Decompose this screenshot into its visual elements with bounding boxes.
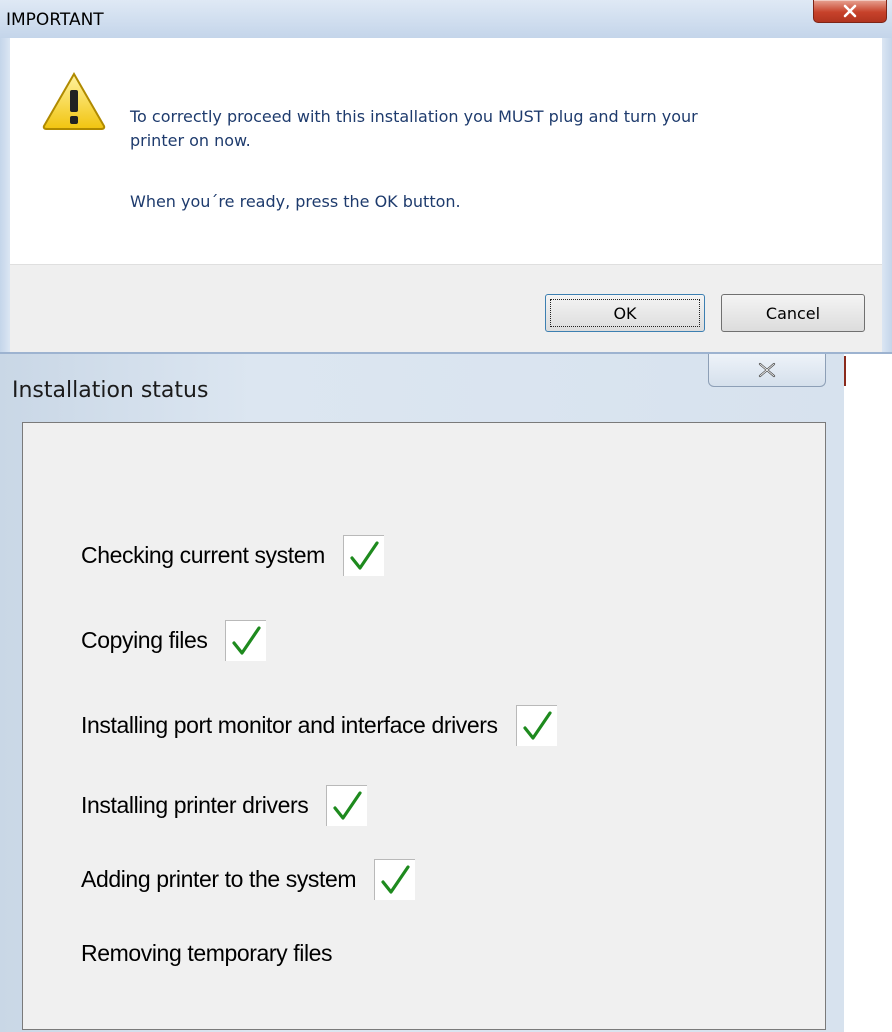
step-check-box	[515, 704, 557, 746]
step-check-box	[225, 619, 267, 661]
checkmark-icon	[350, 540, 379, 570]
status-step: Installing printer drivers	[81, 784, 368, 826]
ok-button[interactable]: OK	[545, 294, 705, 332]
step-check-box	[342, 534, 384, 576]
button-bar: OK Cancel	[10, 264, 882, 353]
status-step: Copying files	[81, 619, 267, 661]
installation-status-title: Installation status	[12, 378, 209, 403]
installation-status-dialog: Installation status Checking current sys…	[0, 354, 844, 1032]
window-frame-right	[882, 38, 892, 354]
important-dialog-titlebar: IMPORTANT	[0, 0, 892, 39]
status-step: Removing temporary files	[81, 933, 333, 973]
cancel-button[interactable]: Cancel	[721, 294, 865, 332]
status-step-label: Checking current system	[81, 541, 325, 568]
checkmark-icon	[333, 790, 362, 820]
status-step: Checking current system	[81, 534, 384, 576]
checkmark-icon	[523, 710, 552, 740]
window-frame-left	[0, 38, 10, 354]
status-step: Installing port monitor and interface dr…	[81, 704, 557, 746]
checkmark-icon	[381, 864, 410, 894]
status-panel: Checking current system Copying files In…	[22, 422, 826, 1030]
status-step-label: Copying files	[81, 626, 208, 653]
status-step: Adding printer to the system	[81, 858, 416, 900]
checkmark-icon	[232, 625, 262, 655]
close-button[interactable]	[813, 0, 887, 23]
focus-rectangle	[550, 299, 700, 327]
background-strip	[844, 354, 892, 1032]
close-icon	[843, 4, 857, 18]
important-dialog-title: IMPORTANT	[6, 10, 104, 30]
step-check-box	[374, 858, 416, 900]
cancel-button-label: Cancel	[765, 303, 821, 323]
message-line-2: printer on now.	[130, 131, 251, 150]
step-check-box	[326, 784, 368, 826]
window-edge-mark	[844, 356, 846, 386]
status-step-label: Removing temporary files	[81, 939, 333, 966]
important-dialog: IMPORTANT To correctly proceed with this…	[0, 0, 892, 354]
close-icon	[758, 362, 776, 378]
message-line-3: When you´re ready, press the OK button.	[130, 192, 461, 211]
message-line-1: To correctly proceed with this installat…	[130, 107, 698, 126]
status-step-label: Installing port monitor and interface dr…	[81, 711, 498, 738]
warning-icon	[42, 71, 106, 130]
status-close-button[interactable]	[708, 354, 826, 387]
status-step-label: Adding printer to the system	[81, 865, 357, 892]
status-step-label: Installing printer drivers	[81, 791, 309, 818]
